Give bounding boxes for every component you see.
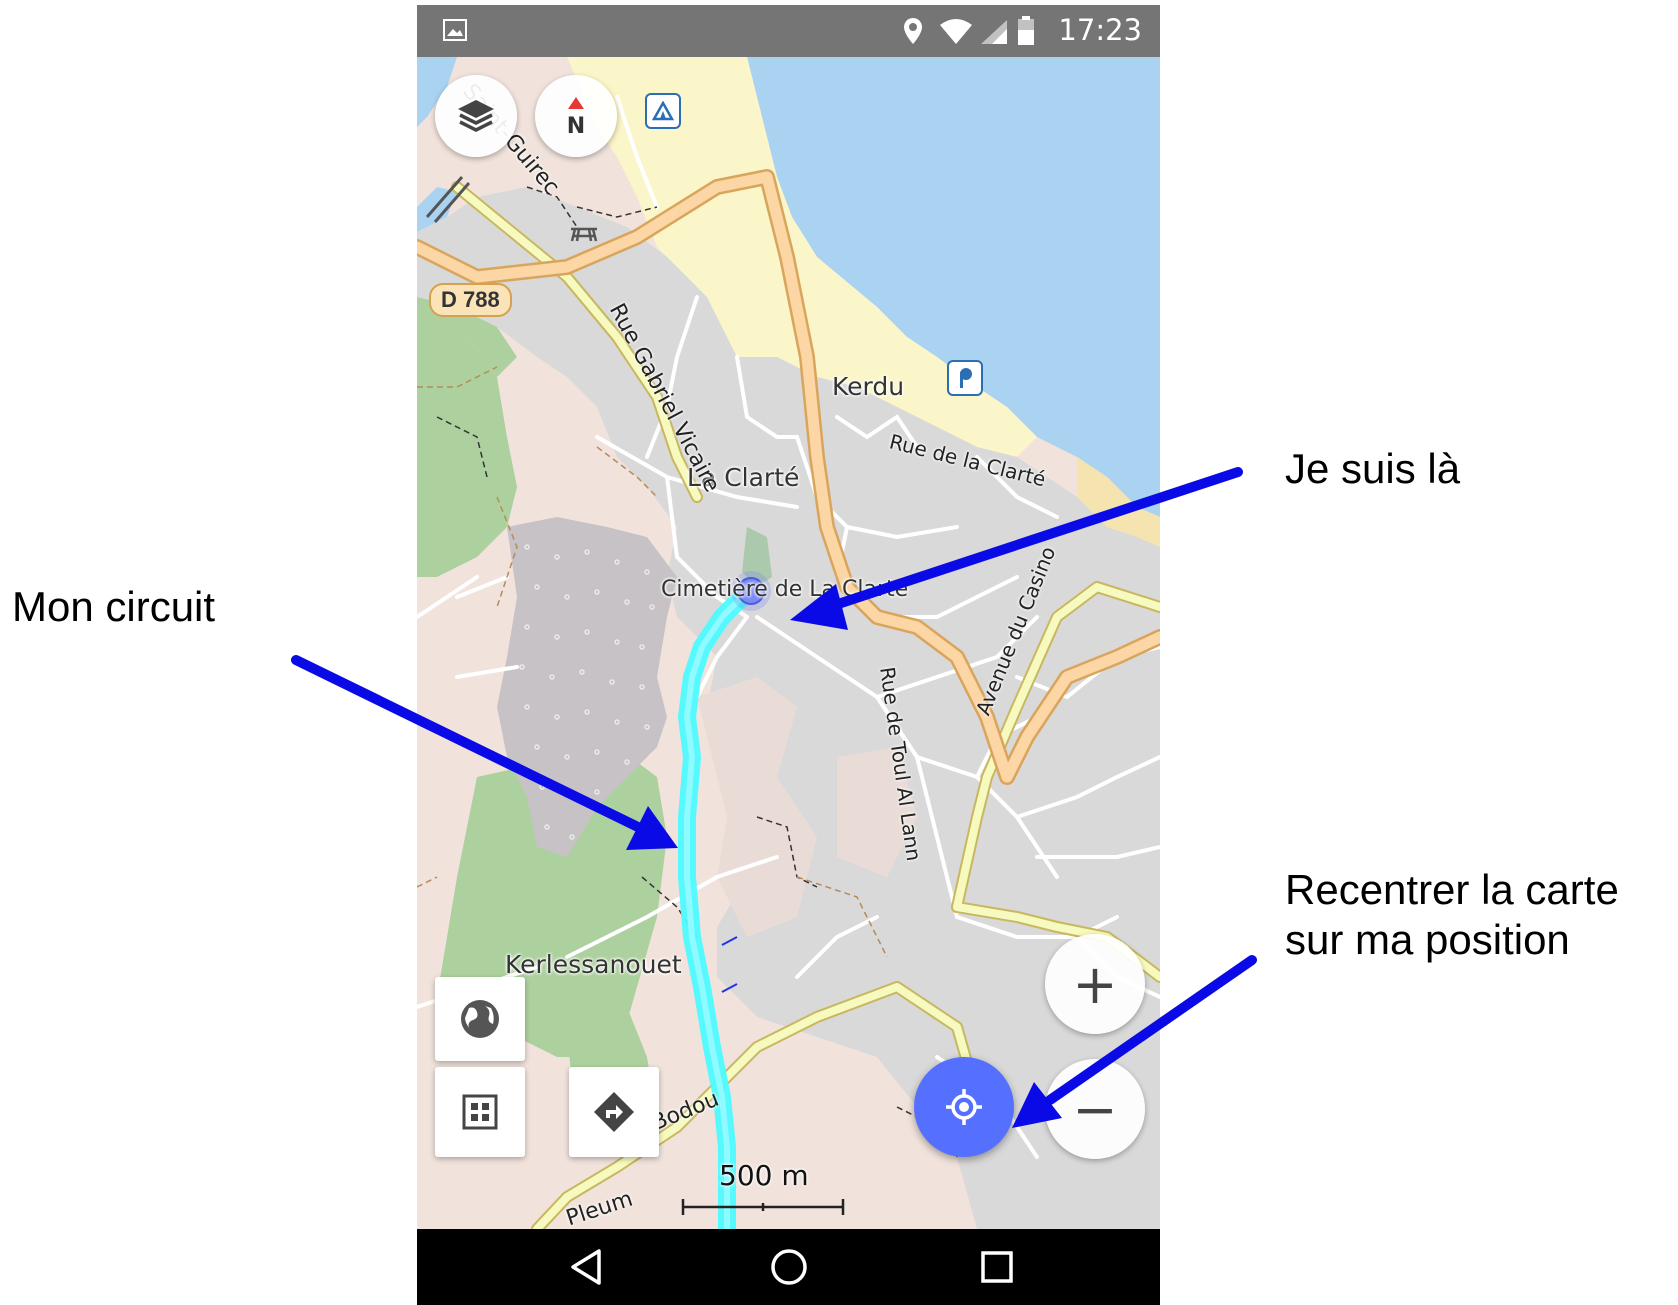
globe-icon xyxy=(461,1000,499,1038)
grid-icon xyxy=(462,1094,498,1130)
scale-bar xyxy=(681,1199,845,1215)
annotation-recentrer-line2: sur ma position xyxy=(1285,916,1570,963)
zoom-in-label: + xyxy=(1072,952,1118,1016)
navigation-bar xyxy=(417,1229,1160,1305)
image-icon xyxy=(443,19,467,46)
compass-button[interactable]: N xyxy=(535,75,617,157)
scale-label: 500 m xyxy=(719,1159,809,1192)
my-location-button[interactable] xyxy=(914,1057,1014,1157)
place-label-kerlessanouet: Kerlessanouet xyxy=(505,950,682,979)
camping-icon xyxy=(645,93,681,129)
back-icon[interactable] xyxy=(567,1247,607,1287)
zoom-out-button[interactable]: − xyxy=(1045,1059,1145,1159)
directions-button[interactable] xyxy=(569,1067,659,1157)
map-grid-button[interactable] xyxy=(435,1067,525,1157)
map-canvas xyxy=(417,57,1160,1229)
place-label-kerdu: Kerdu xyxy=(832,372,905,401)
place-label-cimetiere: Cimetière de La Clarté xyxy=(661,577,909,602)
globe-button[interactable] xyxy=(435,977,525,1061)
home-icon[interactable] xyxy=(769,1247,809,1287)
wifi-icon xyxy=(939,19,973,50)
annotation-recentrer-line1: Recentrer la carte xyxy=(1285,866,1619,913)
parking-icon xyxy=(947,360,983,396)
svg-text:N: N xyxy=(567,114,585,137)
compass-icon: N xyxy=(567,97,585,137)
signal-icon xyxy=(980,19,1008,50)
annotation-je-suis-la: Je suis là xyxy=(1285,445,1461,492)
phone-screen: 17:23 D 788 Kerdu La Clarté Cimetière de… xyxy=(417,5,1160,1305)
picnic-icon xyxy=(569,223,599,248)
road-shield: D 788 xyxy=(429,283,512,317)
annotation-mon-circuit: Mon circuit xyxy=(12,583,216,630)
zoom-in-button[interactable]: + xyxy=(1045,934,1145,1034)
my-location-icon xyxy=(946,1089,982,1125)
battery-icon xyxy=(1017,16,1035,51)
status-time: 17:23 xyxy=(1058,13,1142,47)
layers-icon xyxy=(458,100,494,132)
location-status-icon xyxy=(902,17,924,50)
status-bar: 17:23 xyxy=(417,5,1160,57)
recents-icon[interactable] xyxy=(977,1247,1017,1287)
layers-button[interactable] xyxy=(435,75,517,157)
zoom-out-label: − xyxy=(1072,1077,1118,1141)
directions-icon xyxy=(594,1092,634,1132)
map-view[interactable]: D 788 Kerdu La Clarté Cimetière de La Cl… xyxy=(417,57,1160,1229)
